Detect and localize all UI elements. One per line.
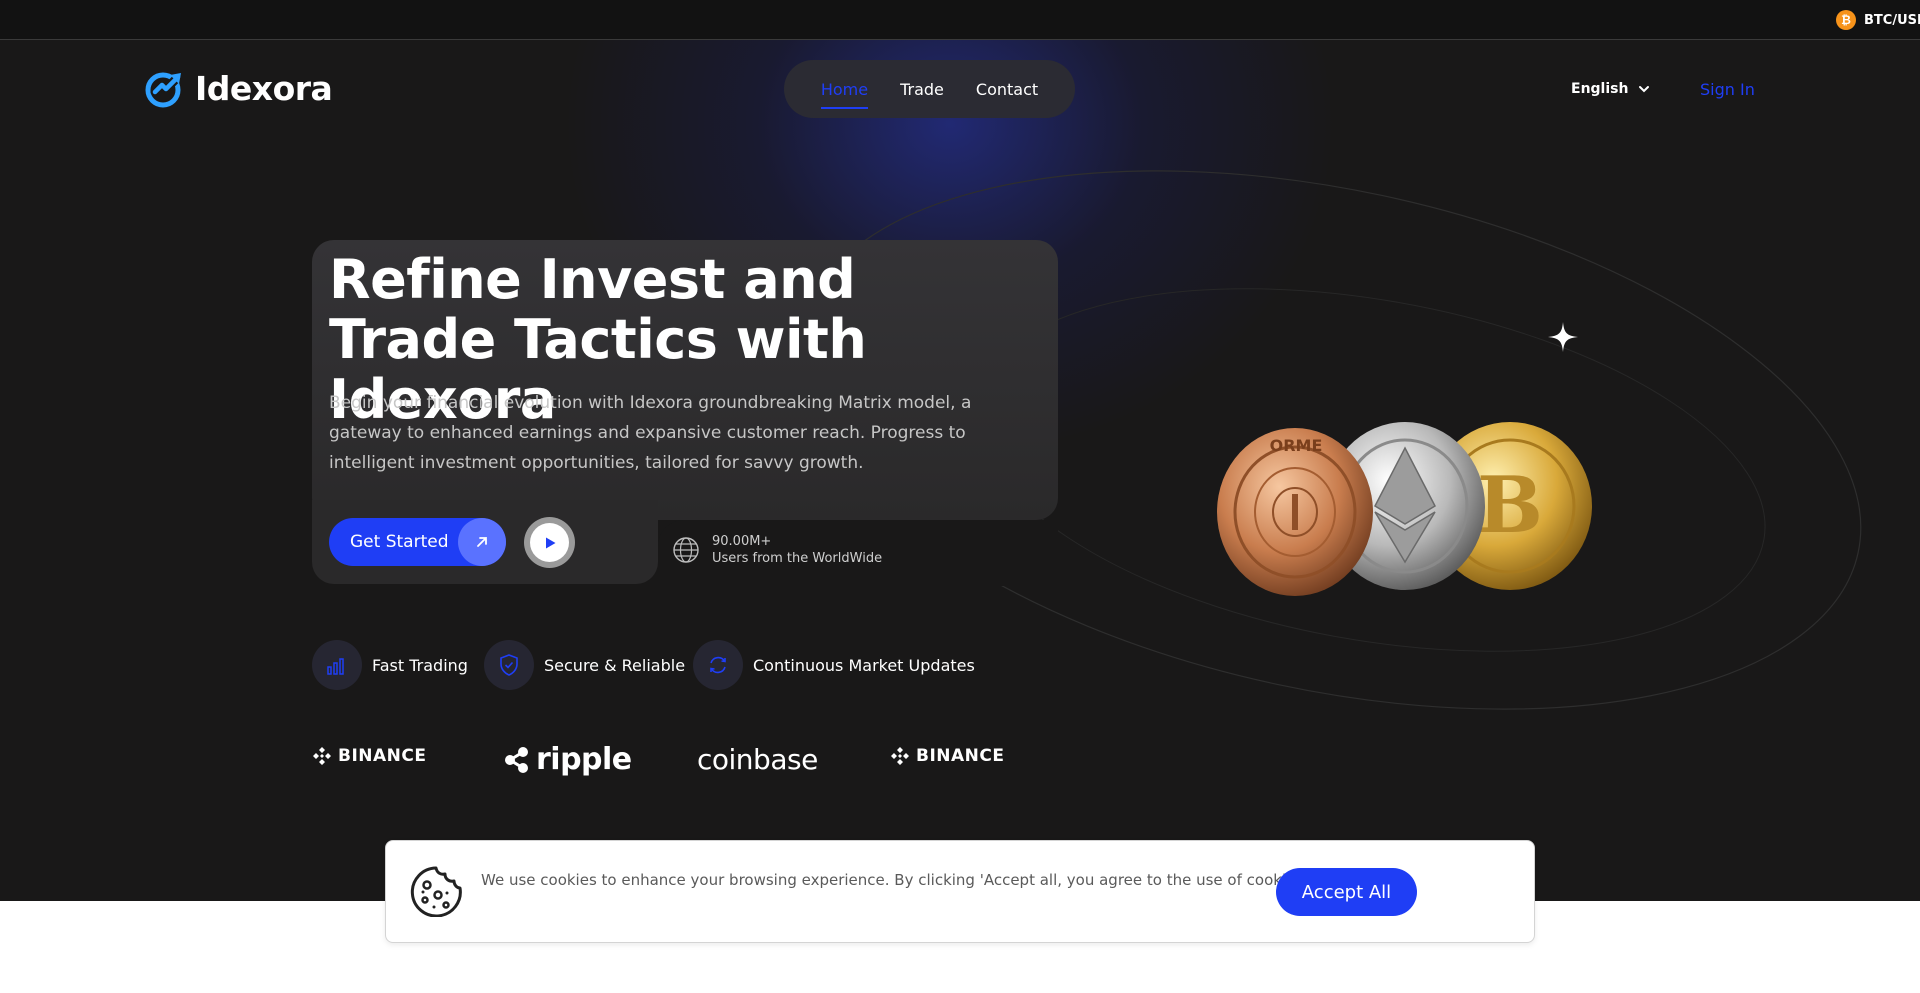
accept-all-button[interactable]: Accept All: [1276, 868, 1417, 916]
binance-logo-icon: [891, 747, 909, 765]
brand-name: Idexora: [195, 68, 333, 108]
play-video-button[interactable]: [524, 517, 575, 568]
get-started-button[interactable]: Get Started: [329, 518, 506, 566]
refresh-icon: [693, 640, 743, 690]
partner-logo-binance: BINANCE: [312, 746, 426, 766]
chevron-down-icon: [1639, 86, 1650, 93]
nav-item-trade[interactable]: Trade: [900, 70, 944, 109]
nav-item-contact[interactable]: Contact: [976, 70, 1038, 109]
bar-chart-icon: [312, 640, 362, 690]
cookie-icon: [410, 866, 462, 917]
partner-logo-binance-2: BINANCE: [890, 746, 1004, 766]
main-nav: Home Trade Contact: [784, 60, 1075, 118]
play-icon: [545, 537, 555, 548]
nav-item-home[interactable]: Home: [820, 70, 869, 109]
feature-market-updates: Continuous Market Updates: [693, 640, 975, 690]
cookie-message: We use cookies to enhance your browsing …: [481, 871, 1308, 889]
users-label: Users from the WorldWide: [712, 551, 883, 566]
trend-logo-icon: [145, 72, 183, 108]
feature-secure-reliable: Secure & Reliable: [484, 640, 685, 690]
crypto-coins-image: B ORME: [1217, 422, 1592, 596]
coin-engraving: ORME: [1270, 436, 1323, 455]
partner-logo-coinbase: coinbase: [697, 743, 818, 776]
partner-name: BINANCE: [916, 746, 1005, 766]
partner-logo-ripple: ripple: [504, 742, 632, 777]
binance-logo-icon: [313, 747, 331, 765]
shield-icon: [484, 640, 534, 690]
feature-fast-trading: Fast Trading: [312, 640, 468, 690]
brand-logo[interactable]: Idexora: [145, 68, 333, 108]
globe-icon: [673, 537, 699, 563]
partner-name: BINANCE: [338, 746, 427, 766]
partner-name: coinbase: [697, 743, 818, 776]
sparkle-icon: [1548, 322, 1578, 352]
feature-label: Secure & Reliable: [544, 655, 686, 675]
signin-link[interactable]: Sign In: [1700, 80, 1755, 99]
feature-label: Fast Trading: [372, 655, 468, 675]
language-select[interactable]: English: [1571, 81, 1650, 97]
svg-text:B: B: [1477, 460, 1543, 551]
hero-description: Begin your financial evolution with Idex…: [329, 393, 972, 473]
partner-name: ripple: [536, 742, 632, 777]
feature-label: Continuous Market Updates: [753, 655, 975, 675]
get-started-label: Get Started: [350, 532, 449, 552]
cookie-banner: We use cookies to enhance your browsing …: [385, 840, 1535, 943]
users-stat: 90.00M+ Users from the WorldWide: [672, 533, 882, 567]
arrow-up-right-icon: [458, 518, 506, 566]
ripple-logo-icon: [505, 746, 528, 773]
users-count: 90.00M+: [712, 534, 772, 549]
language-label: English: [1571, 81, 1629, 97]
